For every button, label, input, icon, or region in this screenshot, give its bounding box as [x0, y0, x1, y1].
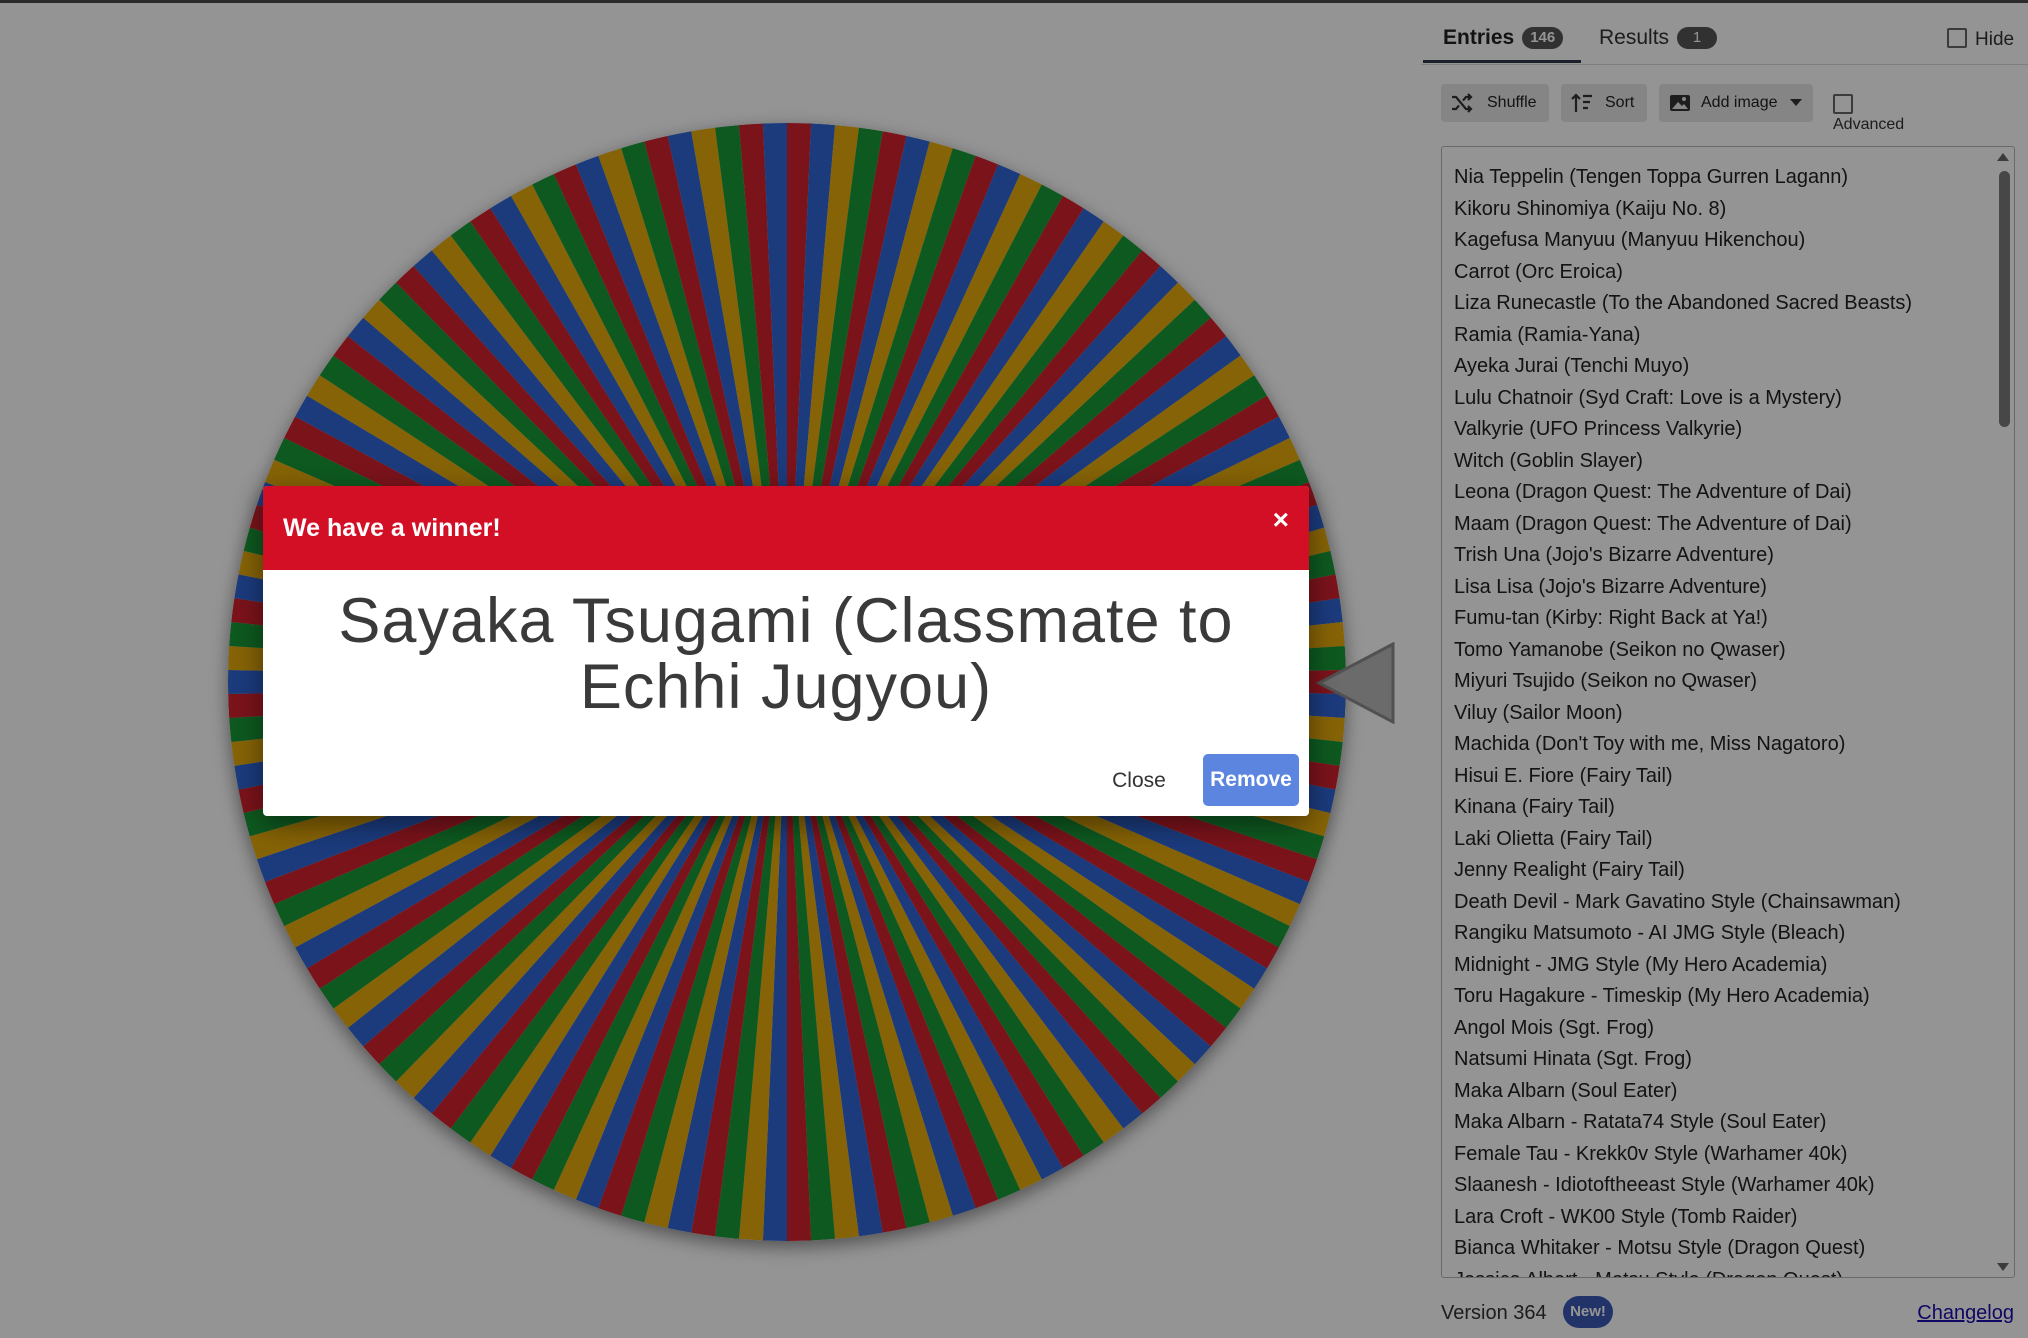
winner-name: Sayaka Tsugami (Classmate to Echhi Jugyo…: [338, 586, 1234, 722]
winner-dialog-title: We have a winner!: [283, 514, 501, 542]
close-button[interactable]: Close: [1105, 762, 1173, 800]
remove-button[interactable]: Remove: [1203, 754, 1299, 806]
winner-dialog: We have a winner! × Sayaka Tsugami (Clas…: [263, 486, 1309, 816]
winner-dialog-header: We have a winner! ×: [263, 486, 1309, 570]
close-icon[interactable]: ×: [1273, 504, 1289, 536]
